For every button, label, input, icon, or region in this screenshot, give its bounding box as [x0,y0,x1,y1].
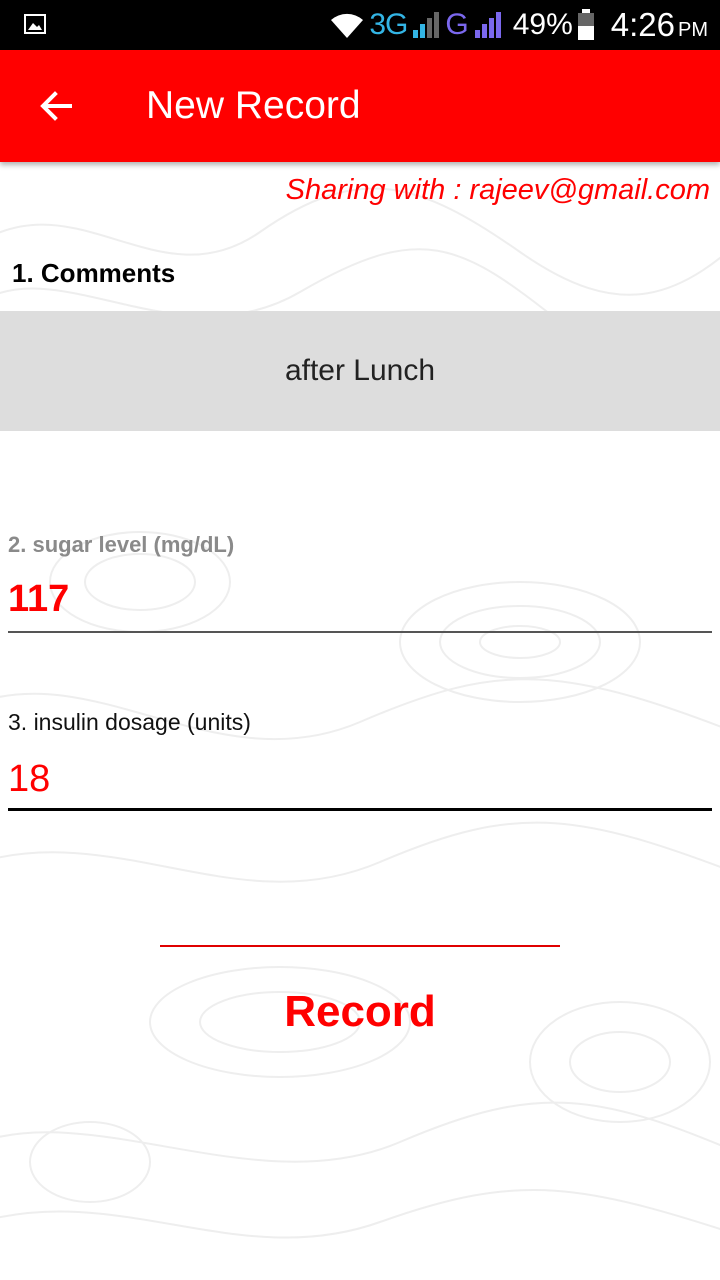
battery-percent: 49% [512,8,573,41]
comments-field[interactable]: after Lunch [0,311,720,431]
record-divider [160,945,560,947]
network-g-label: G [445,8,469,41]
comments-value: after Lunch [284,354,436,387]
clock-time: 4:26 [610,6,675,43]
network-3g-label: 3G [369,8,408,41]
comments-label: 1. Comments [12,258,176,288]
clock-ampm: PM [678,19,708,41]
form-content: Sharing with : rajeev@gmail.com 1. Comme… [0,162,720,1280]
sugar-level-underline [8,631,712,633]
record-button[interactable]: Record [160,980,560,1044]
app-bar: New Record [0,50,720,162]
insulin-dosage-input[interactable]: 18 [8,758,50,801]
wifi-icon [331,13,364,38]
insulin-dosage-label: 3. insulin dosage (units) [8,709,251,735]
insulin-dosage-underline [8,808,712,811]
clock: 4:26 PM [611,6,708,44]
status-icons: 3G G 49% 4:26 PM [329,0,708,50]
image-icon [24,14,46,34]
arrow-back-icon [40,91,72,121]
sugar-level-label: 2. sugar level (mg/dL) [8,532,235,557]
status-bar: 3G G 49% 4:26 PM [0,0,720,50]
sugar-level-input[interactable]: 117 [8,578,69,621]
battery-icon [577,9,594,40]
page-title: New Record [146,84,361,127]
signal-icon [474,12,501,38]
back-button[interactable] [28,78,84,134]
sharing-text: Sharing with : rajeev@gmail.com [285,174,710,206]
signal-icon [413,12,440,38]
